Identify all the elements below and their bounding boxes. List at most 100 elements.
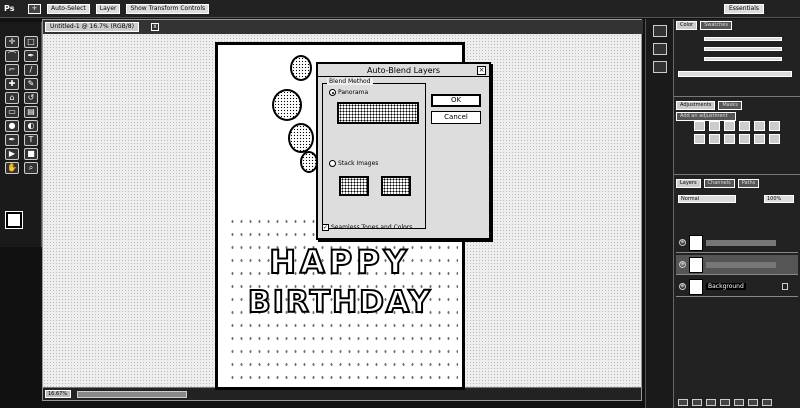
exposure-icon[interactable] (739, 121, 750, 131)
history-panel-icon[interactable] (652, 25, 667, 37)
stack-preview-image-2 (381, 176, 411, 196)
blur-tool-icon[interactable]: ● (5, 120, 19, 132)
new-layer-icon[interactable] (748, 399, 758, 406)
blend-mode-select[interactable]: Normal (678, 195, 736, 203)
seamless-tones-option[interactable]: ✓ Seamless Tones and Colors (322, 224, 412, 231)
layer-row[interactable]: ◉ Background (676, 277, 798, 297)
visibility-eye-icon[interactable]: ◉ (679, 261, 686, 268)
character-panel-icon[interactable] (652, 61, 667, 73)
curves-icon[interactable] (724, 121, 735, 131)
eyedropper-tool-icon[interactable]: / (24, 64, 38, 76)
dialog-title: Auto-Blend Layers (318, 64, 489, 77)
visibility-eye-icon[interactable]: ◉ (679, 283, 686, 290)
zoom-tool-icon[interactable]: ⌕ (24, 162, 38, 174)
path-select-tool-icon[interactable]: ▶ (5, 148, 19, 160)
tool-grid: ✛ □ ⌒ ✒ ⌐ / ✚ ✎ ⌂ ↺ ▭ ▤ ● ◐ ✒ T ▶ ■ ✋ ⌕ (0, 22, 41, 174)
visibility-eye-icon[interactable]: ◉ (679, 239, 686, 246)
move-tool-icon[interactable]: ✛ (5, 36, 19, 48)
ok-button[interactable]: OK (431, 94, 481, 107)
add-mask-icon[interactable] (706, 399, 716, 406)
dialog-close-icon[interactable]: × (477, 66, 486, 75)
opacity-field[interactable]: 100% (764, 195, 794, 203)
stamp-tool-icon[interactable]: ⌂ (5, 92, 19, 104)
layer-name[interactable] (706, 239, 776, 246)
seamless-tones-checkbox[interactable]: ✓ (322, 224, 329, 231)
new-adjustment-icon[interactable] (720, 399, 730, 406)
brush-tool-icon[interactable]: ✎ (24, 78, 38, 90)
stack-images-radio[interactable] (329, 160, 336, 167)
channel-mixer-icon[interactable] (739, 134, 750, 144)
levels-icon[interactable] (709, 121, 720, 131)
delete-layer-icon[interactable] (762, 399, 772, 406)
photo-filter-icon[interactable] (724, 134, 735, 144)
pen-tool-icon[interactable]: ✒ (5, 134, 19, 146)
zoom-field[interactable]: 16.67% (45, 390, 71, 398)
toolbox: ✛ □ ⌒ ✒ ⌐ / ✚ ✎ ⌂ ↺ ▭ ▤ ● ◐ ✒ T ▶ ■ ✋ ⌕ (0, 22, 42, 247)
document-info (77, 391, 187, 398)
blend-method-group: Blend Method Panorama Stack Images (322, 78, 426, 229)
stack-preview-image-1 (339, 176, 369, 196)
swatches-tab[interactable]: Swatches (700, 21, 732, 30)
layer-style-icon[interactable] (692, 399, 702, 406)
link-layers-icon[interactable] (678, 399, 688, 406)
layer-row[interactable]: ◉ (676, 255, 798, 275)
panel-dock: Color Swatches Adjustments Masks Add an ad… (673, 19, 800, 408)
history-brush-tool-icon[interactable]: ↺ (24, 92, 38, 104)
show-transform-controls-checkbox[interactable]: Show Transform Controls (126, 3, 210, 14)
blend-method-label: Blend Method (327, 78, 373, 85)
hue-saturation-icon[interactable] (769, 121, 780, 131)
adjustments-panel: Adjustments Masks Add an adjustment (674, 99, 800, 175)
panorama-option[interactable]: Panorama (329, 89, 368, 96)
color-tab[interactable]: Color (676, 21, 698, 30)
move-tool-preset[interactable]: ✛ (28, 3, 42, 14)
balloon (290, 55, 312, 81)
document-tab-bar: Untitled-1 @ 16.7% (RGB/8) x (43, 20, 643, 34)
quick-select-tool-icon[interactable]: ✒ (24, 50, 38, 62)
cancel-button[interactable]: Cancel (431, 111, 481, 124)
balloon (288, 123, 314, 153)
auto-select-checkbox[interactable]: Auto-Select (47, 3, 90, 14)
layer-row[interactable]: ◉ (676, 233, 798, 253)
color-slider-g[interactable] (704, 47, 782, 51)
adjustment-icons (694, 121, 781, 144)
panorama-preview-image (337, 102, 419, 124)
hand-tool-icon[interactable]: ✋ (5, 162, 19, 174)
brightness-icon[interactable] (694, 121, 705, 131)
paths-tab[interactable]: Paths (737, 179, 760, 188)
black-white-icon[interactable] (709, 134, 720, 144)
close-document-icon[interactable]: x (151, 23, 159, 31)
dodge-tool-icon[interactable]: ◐ (24, 120, 38, 132)
layer-name[interactable] (706, 261, 776, 268)
navigator-panel-icon[interactable] (652, 43, 667, 55)
layer-name[interactable]: Background (706, 283, 746, 290)
type-tool-icon[interactable]: T (24, 134, 38, 146)
invert-icon[interactable] (754, 134, 765, 144)
marquee-tool-icon[interactable]: □ (24, 36, 38, 48)
stack-images-option[interactable]: Stack Images (329, 160, 378, 167)
card-title-line1: HAPPY (268, 242, 411, 282)
auto-blend-layers-dialog: Auto-Blend Layers × Blend Method Panoram… (316, 62, 491, 240)
color-balance-icon[interactable] (694, 134, 705, 144)
vibrance-icon[interactable] (754, 121, 765, 131)
new-group-icon[interactable] (734, 399, 744, 406)
masks-tab[interactable]: Masks (718, 101, 742, 110)
document-tab[interactable]: Untitled-1 @ 16.7% (RGB/8) (45, 22, 139, 32)
channels-tab[interactable]: Channels (703, 179, 735, 188)
foreground-color-swatch[interactable] (5, 211, 23, 229)
eraser-tool-icon[interactable]: ▭ (5, 106, 19, 118)
lasso-tool-icon[interactable]: ⌒ (5, 50, 19, 62)
panorama-radio[interactable] (329, 89, 336, 96)
photoshop-window: Ps ✛ Auto-Select Layer Show Transform Co… (0, 0, 800, 408)
crop-tool-icon[interactable]: ⌐ (5, 64, 19, 76)
healing-tool-icon[interactable]: ✚ (5, 78, 19, 90)
color-ramp[interactable] (678, 71, 792, 77)
gradient-tool-icon[interactable]: ▤ (24, 106, 38, 118)
layer-dropdown[interactable]: Layer (95, 3, 121, 14)
color-slider-r[interactable] (704, 37, 782, 41)
workspace-button[interactable]: Essentials (723, 4, 764, 14)
shape-tool-icon[interactable]: ■ (24, 148, 38, 160)
color-slider-b[interactable] (704, 57, 782, 61)
layers-tab[interactable]: Layers (676, 179, 701, 188)
posterize-icon[interactable] (769, 134, 780, 144)
adjustments-tab[interactable]: Adjustments (676, 101, 716, 110)
